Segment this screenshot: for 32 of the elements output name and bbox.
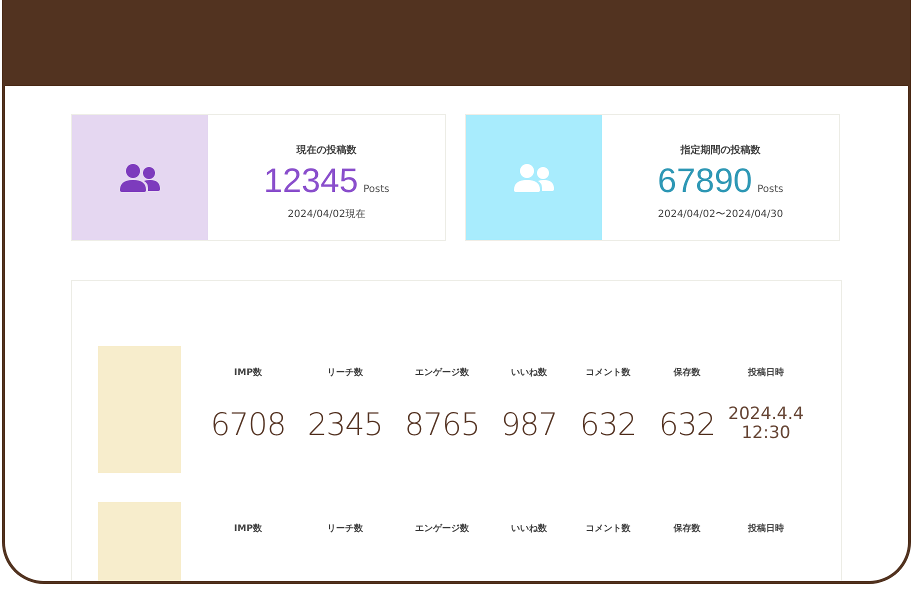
column-header: 投稿日時	[748, 522, 784, 535]
unit-label: Posts	[757, 184, 784, 195]
post-time: 12:30	[741, 424, 790, 443]
card-title: 指定期間の投稿数	[680, 143, 760, 157]
column-header: IMP数	[234, 522, 262, 535]
metric-value: 632	[658, 407, 716, 443]
users-icon	[120, 164, 160, 192]
column-header: コメント数	[586, 522, 630, 535]
date-note: 2024/04/02現在	[288, 208, 366, 221]
column-header: エンゲージ数	[415, 366, 469, 379]
metric-value: 2345	[308, 407, 382, 443]
column-header: 保存数	[674, 522, 700, 535]
post-count: 67890	[658, 163, 752, 199]
date-note: 2024/04/02〜2024/04/30	[658, 208, 784, 221]
column-header: エンゲージ数	[415, 522, 469, 535]
card-title: 現在の投稿数	[296, 144, 356, 157]
column-header: コメント数	[586, 366, 630, 379]
column-header: 保存数	[674, 366, 700, 379]
post-date: 2024.4.4	[728, 405, 804, 424]
unit-label: Posts	[363, 184, 390, 195]
metric-value: 987	[500, 407, 558, 443]
column-header: いいね数	[511, 522, 547, 535]
column-header: いいね数	[511, 366, 547, 379]
post-count: 12345	[264, 163, 358, 199]
column-header: リーチ数	[327, 522, 363, 535]
metric-value: 632	[580, 407, 636, 443]
column-header: リーチ数	[327, 366, 363, 379]
users-icon	[514, 164, 554, 192]
column-header: IMP数	[234, 366, 262, 379]
column-header: 投稿日時	[748, 366, 784, 379]
metric-value: 8765	[404, 407, 480, 443]
metric-value: 6708	[210, 407, 286, 443]
